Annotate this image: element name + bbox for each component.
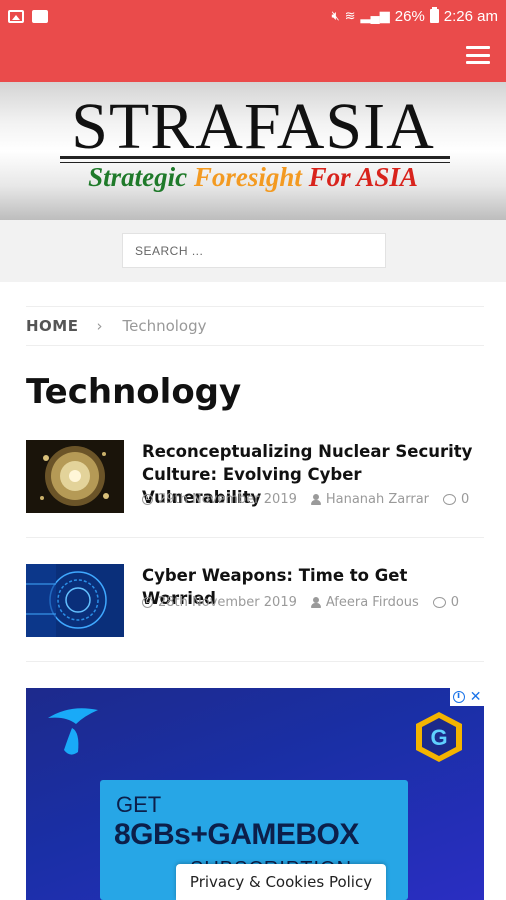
mute-icon: 🔇︎ [331,8,340,23]
user-icon [310,494,321,505]
article-item: Cyber Weapons: Time to Get Worried 28th … [26,564,484,662]
ad-headline: 8GBs+GAMEBOX [114,818,359,851]
tagline-foresight: Foresight [193,162,302,192]
logo-banner[interactable]: STRAFASIA Strategic Foresight For ASIA [0,82,506,220]
status-bar: 🔇︎ ≋ ▂▄▆ 26% 2:26 am [0,0,506,32]
chevron-right-icon: › [96,317,103,335]
article-thumbnail[interactable] [26,564,124,637]
clock-icon [142,494,153,505]
user-icon [310,597,321,608]
telenor-logo-icon [40,702,104,764]
article-author-link[interactable]: Hananah Zarrar [326,492,429,507]
page-title: Technology [26,372,242,412]
wifi-icon: ≋ [344,8,356,23]
battery-icon [429,7,439,23]
ad-info-icon[interactable]: i [452,691,465,703]
logo-title: STRAFASIA [71,90,435,163]
message-icon [32,9,48,23]
article-comment-count[interactable]: 0 [451,595,459,610]
gamebox-logo-icon: G [412,710,466,768]
article-item: Reconceptualizing Nuclear Security Cultu… [26,440,484,538]
article-thumbnail[interactable] [26,440,124,513]
battery-percent: 26% [394,7,425,25]
clock-icon [142,597,153,608]
site-header: 🔇︎ ≋ ▂▄▆ 26% 2:26 am [0,0,506,82]
image-icon [8,9,24,23]
comment-icon[interactable] [443,494,457,505]
article-author-link[interactable]: Afeera Firdous [326,595,419,610]
privacy-cookies-button[interactable]: Privacy & Cookies Policy [176,864,386,900]
search-strip [0,220,506,282]
search-input[interactable] [122,233,386,268]
breadcrumb-home-link[interactable]: HOME [26,317,78,335]
logo-rule [60,156,450,159]
ad-controls[interactable]: i ✕ [450,688,484,706]
clock-time: 2:26 am [443,7,498,25]
tagline-for-asia: For ASIA [308,162,418,192]
ad-close-icon[interactable]: ✕ [470,690,482,704]
tagline-strategic: Strategic [88,162,188,192]
article-comment-count[interactable]: 0 [461,492,469,507]
breadcrumb-current: Technology [122,317,207,335]
article-meta: 29th November 2019 Hananah Zarrar 0 [142,492,469,507]
comment-icon[interactable] [432,597,446,608]
breadcrumb: HOME › Technology [26,306,484,346]
article-date: 28th November 2019 [158,595,297,610]
article-date: 29th November 2019 [158,492,297,507]
ad-get-text: GET [116,792,162,817]
svg-text:G: G [430,725,447,750]
signal-icon: ▂▄▆ [360,8,390,23]
article-meta: 28th November 2019 Afeera Firdous 0 [142,595,459,610]
logo-tagline: Strategic Foresight For ASIA [0,164,506,191]
hamburger-icon[interactable] [466,46,490,64]
